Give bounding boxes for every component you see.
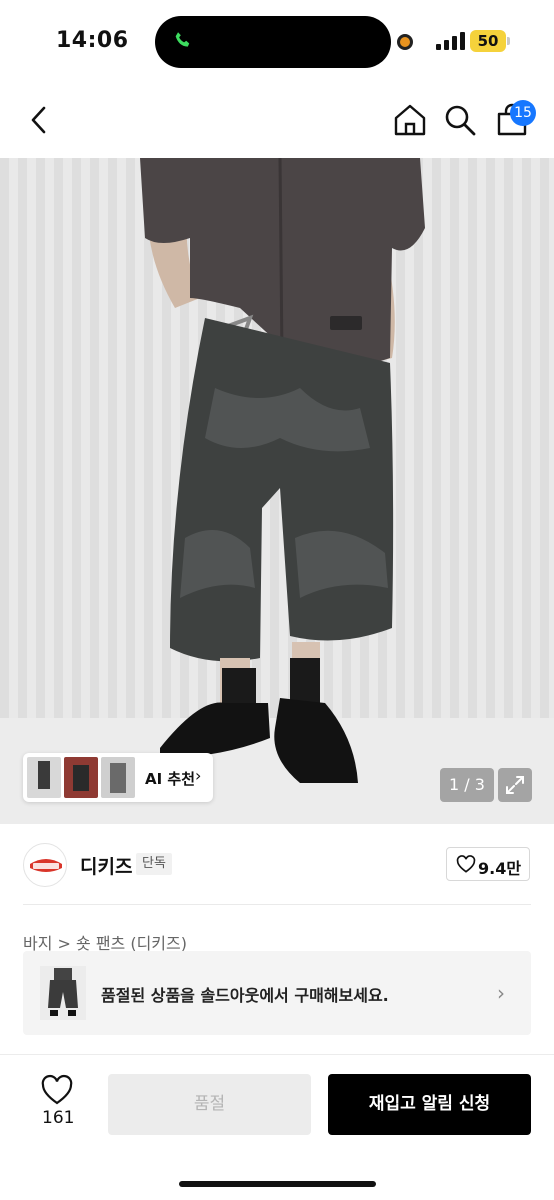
product-image[interactable]: AI 추천 › 1 / 3 [0, 158, 554, 824]
soldout-marketplace-banner[interactable]: 품절된 상품을 솔드아웃에서 구매해보세요. › [23, 951, 531, 1035]
home-icon[interactable] [392, 102, 428, 138]
status-bar: 14:06 50 [0, 0, 554, 84]
exclusive-badge: 단독 [136, 853, 172, 875]
thumbnail-2[interactable] [64, 757, 98, 798]
battery-tip [507, 37, 510, 45]
signal-icon [436, 32, 465, 50]
heart-icon [456, 855, 476, 873]
bottom-bar-separator [0, 1054, 554, 1055]
heart-icon[interactable] [40, 1074, 74, 1108]
brand-name[interactable]: 디키즈 [80, 852, 132, 879]
ai-recommend-button[interactable]: AI 추천 › [23, 753, 213, 802]
search-icon[interactable] [442, 102, 478, 138]
battery-icon: 50 [470, 30, 506, 52]
expand-icon[interactable] [498, 768, 532, 802]
image-counter: 1 / 3 [440, 768, 494, 802]
soldout-banner-text: 품절된 상품을 솔드아웃에서 구매해보세요. [101, 986, 389, 1005]
cart-count-badge: 15 [510, 100, 536, 126]
wishlist-count: 161 [42, 1108, 75, 1128]
product-thumbnail [40, 966, 86, 1020]
ai-recommend-label: AI 추천 [145, 770, 196, 788]
restock-notify-button[interactable]: 재입고 알림 신청 [328, 1074, 531, 1135]
recording-dot-icon [397, 34, 413, 50]
chevron-right-icon: › [497, 981, 505, 1005]
status-time: 14:06 [56, 28, 129, 53]
thumbnail-3[interactable] [101, 757, 135, 798]
phone-icon [175, 32, 190, 47]
model-illustration [140, 158, 425, 783]
chevron-right-icon: › [195, 766, 202, 785]
divider [23, 904, 531, 905]
thumbnail-1[interactable] [27, 757, 61, 798]
home-indicator[interactable] [179, 1181, 376, 1187]
brand-logo[interactable] [23, 843, 67, 887]
back-chevron-icon[interactable] [22, 102, 58, 138]
soldout-button[interactable]: 품절 [108, 1074, 311, 1135]
top-nav [0, 84, 554, 158]
brand-like-count: 9.4만 [478, 859, 522, 878]
